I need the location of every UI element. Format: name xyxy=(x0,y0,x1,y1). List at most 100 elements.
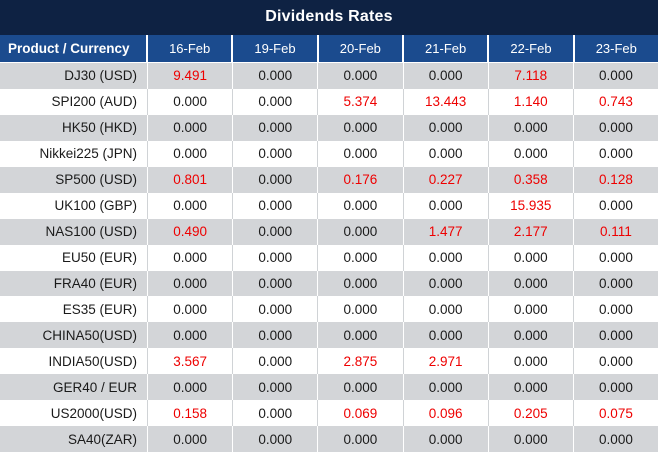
value-cell: 0.000 xyxy=(148,115,233,141)
value-cell: 0.743 xyxy=(574,89,658,115)
value-cell: 0.000 xyxy=(318,426,403,452)
value-cell: 0.000 xyxy=(574,322,658,348)
table-row: NAS100 (USD)0.4900.0000.0001.4772.1770.1… xyxy=(0,219,658,245)
table-row: INDIA50(USD)3.5670.0002.8752.9710.0000.0… xyxy=(0,348,658,374)
value-cell: 0.000 xyxy=(404,115,489,141)
value-cell: 0.000 xyxy=(318,271,403,297)
value-cell: 0.000 xyxy=(404,374,489,400)
date-column-header: 21-Feb xyxy=(404,35,489,62)
table-row: US2000(USD)0.1580.0000.0690.0960.2050.07… xyxy=(0,400,658,426)
value-cell: 0.000 xyxy=(148,141,233,167)
product-cell: GER40 / EUR xyxy=(0,374,148,400)
value-cell: 0.096 xyxy=(404,400,489,426)
value-cell: 0.000 xyxy=(574,193,658,219)
product-cell: ES35 (EUR) xyxy=(0,296,148,322)
table-row: SPI200 (AUD)0.0000.0005.37413.4431.1400.… xyxy=(0,89,658,115)
value-cell: 0.000 xyxy=(148,193,233,219)
value-cell: 0.000 xyxy=(404,245,489,271)
table-row: DJ30 (USD)9.4910.0000.0000.0007.1180.000 xyxy=(0,63,658,89)
table-title: Dividends Rates xyxy=(0,0,658,33)
table-row: UK100 (GBP)0.0000.0000.0000.00015.9350.0… xyxy=(0,193,658,219)
table-row: EU50 (EUR)0.0000.0000.0000.0000.0000.000 xyxy=(0,245,658,271)
value-cell: 0.000 xyxy=(148,245,233,271)
value-cell: 0.000 xyxy=(574,63,658,89)
date-column-header: 20-Feb xyxy=(319,35,404,62)
table-row: CHINA50(USD)0.0000.0000.0000.0000.0000.0… xyxy=(0,322,658,348)
value-cell: 0.000 xyxy=(233,219,318,245)
value-cell: 0.000 xyxy=(233,193,318,219)
value-cell: 0.000 xyxy=(489,115,574,141)
value-cell: 0.000 xyxy=(489,271,574,297)
product-currency-header: Product / Currency xyxy=(0,35,148,62)
value-cell: 3.567 xyxy=(148,348,233,374)
value-cell: 0.000 xyxy=(233,374,318,400)
value-cell: 0.000 xyxy=(148,271,233,297)
product-cell: SA40(ZAR) xyxy=(0,426,148,452)
product-cell: SP500 (USD) xyxy=(0,167,148,193)
product-cell: EU50 (EUR) xyxy=(0,245,148,271)
value-cell: 0.111 xyxy=(574,219,658,245)
product-cell: US2000(USD) xyxy=(0,400,148,426)
product-cell: NAS100 (USD) xyxy=(0,219,148,245)
value-cell: 0.000 xyxy=(318,141,403,167)
value-cell: 2.177 xyxy=(489,219,574,245)
value-cell: 1.477 xyxy=(404,219,489,245)
value-cell: 0.000 xyxy=(318,296,403,322)
value-cell: 0.000 xyxy=(574,271,658,297)
value-cell: 0.000 xyxy=(489,374,574,400)
table-row: Nikkei225 (JPN)0.0000.0000.0000.0000.000… xyxy=(0,141,658,167)
value-cell: 0.000 xyxy=(318,115,403,141)
value-cell: 0.000 xyxy=(233,115,318,141)
value-cell: 2.875 xyxy=(318,348,403,374)
value-cell: 0.000 xyxy=(404,426,489,452)
date-column-header: 23-Feb xyxy=(575,35,658,62)
date-column-header: 19-Feb xyxy=(233,35,318,62)
table-row: SA40(ZAR)0.0000.0000.0000.0000.0000.000 xyxy=(0,426,658,452)
value-cell: 0.000 xyxy=(148,89,233,115)
date-column-header: 22-Feb xyxy=(489,35,574,62)
value-cell: 0.000 xyxy=(574,296,658,322)
value-cell: 0.000 xyxy=(233,322,318,348)
value-cell: 15.935 xyxy=(489,193,574,219)
value-cell: 0.000 xyxy=(318,63,403,89)
value-cell: 0.000 xyxy=(233,271,318,297)
value-cell: 0.000 xyxy=(489,322,574,348)
value-cell: 0.000 xyxy=(318,374,403,400)
value-cell: 0.801 xyxy=(148,167,233,193)
value-cell: 0.000 xyxy=(318,193,403,219)
value-cell: 0.000 xyxy=(233,400,318,426)
table-body: DJ30 (USD)9.4910.0000.0000.0007.1180.000… xyxy=(0,63,658,452)
value-cell: 0.000 xyxy=(574,115,658,141)
value-cell: 0.000 xyxy=(233,348,318,374)
value-cell: 0.000 xyxy=(148,322,233,348)
product-cell: Nikkei225 (JPN) xyxy=(0,141,148,167)
value-cell: 0.000 xyxy=(574,245,658,271)
product-cell: HK50 (HKD) xyxy=(0,115,148,141)
product-cell: CHINA50(USD) xyxy=(0,322,148,348)
value-cell: 0.176 xyxy=(318,167,403,193)
value-cell: 0.000 xyxy=(233,63,318,89)
value-cell: 0.000 xyxy=(148,296,233,322)
date-column-header: 16-Feb xyxy=(148,35,233,62)
value-cell: 0.000 xyxy=(233,167,318,193)
value-cell: 0.000 xyxy=(489,141,574,167)
table-row: SP500 (USD)0.8010.0000.1760.2270.3580.12… xyxy=(0,167,658,193)
value-cell: 7.118 xyxy=(489,63,574,89)
product-cell: UK100 (GBP) xyxy=(0,193,148,219)
value-cell: 0.000 xyxy=(574,426,658,452)
value-cell: 0.069 xyxy=(318,400,403,426)
product-cell: SPI200 (AUD) xyxy=(0,89,148,115)
value-cell: 0.000 xyxy=(489,245,574,271)
value-cell: 0.000 xyxy=(148,374,233,400)
product-cell: DJ30 (USD) xyxy=(0,63,148,89)
value-cell: 0.358 xyxy=(489,167,574,193)
value-cell: 0.000 xyxy=(233,296,318,322)
table-row: ES35 (EUR)0.0000.0000.0000.0000.0000.000 xyxy=(0,296,658,322)
product-cell: FRA40 (EUR) xyxy=(0,271,148,297)
value-cell: 0.000 xyxy=(574,374,658,400)
value-cell: 0.000 xyxy=(404,296,489,322)
value-cell: 0.000 xyxy=(233,245,318,271)
value-cell: 0.000 xyxy=(404,322,489,348)
table-row: FRA40 (EUR)0.0000.0000.0000.0000.0000.00… xyxy=(0,271,658,297)
value-cell: 0.000 xyxy=(318,245,403,271)
